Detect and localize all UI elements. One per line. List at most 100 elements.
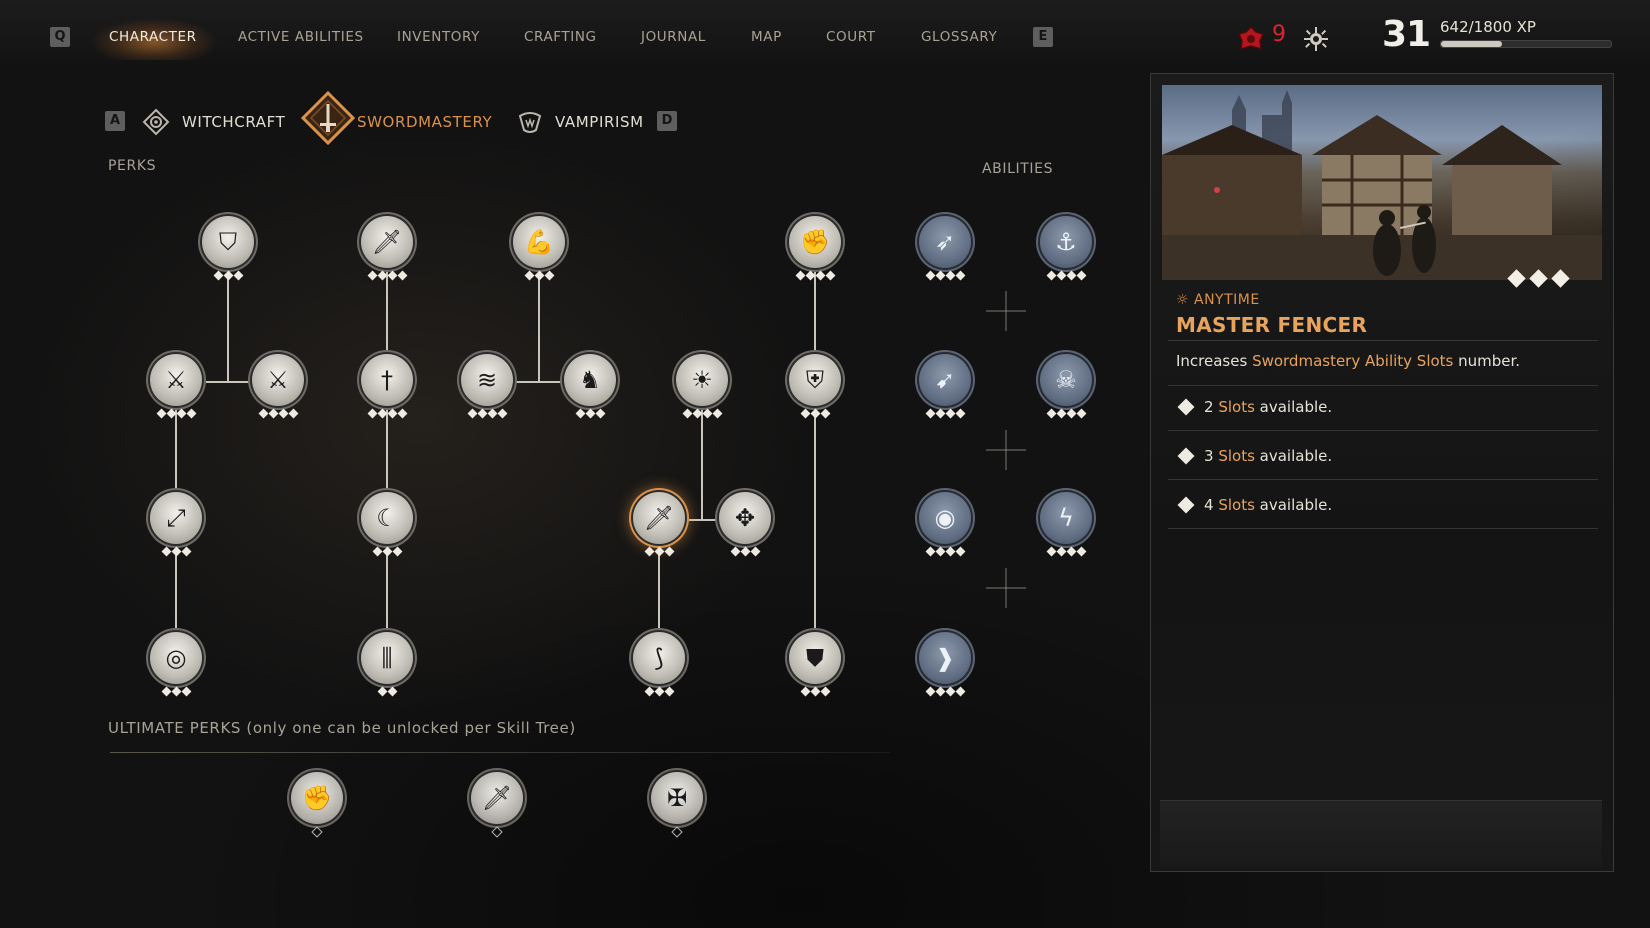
ability-node-a3[interactable]: ➹ bbox=[919, 354, 971, 406]
skull-charge-icon: ☠ bbox=[1055, 366, 1077, 394]
rank-pip bbox=[524, 270, 534, 281]
rank-pips bbox=[775, 686, 855, 697]
rank-pips bbox=[277, 826, 357, 838]
tab-journal[interactable]: JOURNAL bbox=[641, 26, 706, 48]
perk-node-p18[interactable]: ⟆ bbox=[633, 632, 685, 684]
tab-glossary[interactable]: GLOSSARY bbox=[921, 26, 997, 48]
perk-node-p1[interactable]: ⛉ bbox=[202, 216, 254, 268]
rank-pips bbox=[1026, 270, 1106, 281]
perk-node-p6[interactable]: ⚔ bbox=[252, 354, 304, 406]
rank-pips bbox=[905, 686, 985, 697]
perk-node-p14[interactable]: 🗡 bbox=[633, 492, 685, 544]
rank-pip bbox=[487, 408, 497, 419]
ability-node-a2[interactable]: ⚓ bbox=[1040, 216, 1092, 268]
slot-cross-marker bbox=[986, 568, 1026, 608]
ability-node-a7[interactable]: ❱ bbox=[919, 632, 971, 684]
rank-pip bbox=[166, 408, 176, 419]
perk-node-p10[interactable]: ☀ bbox=[676, 354, 728, 406]
rank-pip bbox=[671, 826, 683, 838]
ability-node-a5[interactable]: ◉ bbox=[919, 492, 971, 544]
rank-pips bbox=[136, 546, 216, 557]
perk-node-p8[interactable]: ≋ bbox=[461, 354, 513, 406]
rank-pip bbox=[156, 408, 166, 419]
tab-map[interactable]: MAP bbox=[751, 26, 782, 48]
rank-pip bbox=[258, 408, 268, 419]
broken-blade-icon: ⚔ bbox=[165, 366, 187, 394]
rank-pips bbox=[347, 270, 427, 281]
ultimate-node-u2[interactable]: 🗡 bbox=[471, 772, 523, 824]
prev-tree-key[interactable]: A bbox=[105, 111, 125, 131]
rank-pip bbox=[171, 546, 181, 557]
perk-node-p5[interactable]: ⚔ bbox=[150, 354, 202, 406]
rank-pip bbox=[945, 546, 955, 557]
rank-pip bbox=[740, 546, 750, 557]
perk-node-p7[interactable]: † bbox=[361, 354, 413, 406]
rank-pips bbox=[188, 270, 268, 281]
ability-node-a1[interactable]: ➶ bbox=[919, 216, 971, 268]
tree-tab-witchcraft[interactable]: WITCHCRAFT bbox=[182, 110, 285, 134]
ability-node-a6[interactable]: ϟ bbox=[1040, 492, 1092, 544]
rank-pip bbox=[1066, 546, 1076, 557]
tree-connector bbox=[512, 381, 564, 383]
rank-pip bbox=[367, 270, 377, 281]
flaming-mask-icon: ☀ bbox=[691, 366, 713, 394]
rank-pip bbox=[712, 408, 722, 419]
tree-tab-vampirism[interactable]: VAMPIRISM bbox=[555, 110, 644, 134]
rank-pip bbox=[268, 408, 278, 419]
kick-icon: ❱ bbox=[934, 644, 956, 672]
perk-node-p11[interactable]: ⛨ bbox=[789, 354, 841, 406]
perk-description: Increases Swordmastery Ability Slots num… bbox=[1176, 352, 1520, 370]
rank-pip bbox=[171, 686, 181, 697]
rank-pip bbox=[497, 408, 507, 419]
perk-node-p12[interactable]: ⤢ bbox=[150, 492, 202, 544]
rank-pip bbox=[664, 686, 674, 697]
rank-pip bbox=[925, 408, 935, 419]
perk-node-p9[interactable]: ♞ bbox=[564, 354, 616, 406]
rank-pip bbox=[810, 408, 820, 419]
perk-node-p4[interactable]: ✊ bbox=[789, 216, 841, 268]
rank-pip bbox=[935, 270, 945, 281]
rank-pip bbox=[955, 546, 965, 557]
tree-connector bbox=[814, 272, 816, 352]
ultimate-node-u1[interactable]: ✊ bbox=[291, 772, 343, 824]
rank-pip bbox=[955, 270, 965, 281]
perk-node-p19[interactable]: ⛊ bbox=[789, 632, 841, 684]
sun-gear-icon[interactable] bbox=[1303, 26, 1329, 56]
perk-node-p17[interactable]: ⫼ bbox=[361, 632, 413, 684]
desc-divider bbox=[1168, 385, 1598, 386]
tab-court[interactable]: COURT bbox=[826, 26, 876, 48]
perk-node-p16[interactable]: ◎ bbox=[150, 632, 202, 684]
rank-pip bbox=[1066, 270, 1076, 281]
rank-pips bbox=[619, 686, 699, 697]
rank-pip bbox=[925, 270, 935, 281]
rank-pip bbox=[730, 546, 740, 557]
perk-node-p2[interactable]: 🗡 bbox=[361, 216, 413, 268]
tree-tab-swordmastery[interactable]: SWORDMASTERY bbox=[357, 110, 492, 134]
rank-pip bbox=[825, 270, 835, 281]
tab-inventory[interactable]: INVENTORY bbox=[397, 26, 480, 48]
ability-node-a4[interactable]: ☠ bbox=[1040, 354, 1092, 406]
tab-active-abilities[interactable]: ACTIVE ABILITIES bbox=[238, 26, 364, 48]
rank-pip bbox=[161, 686, 171, 697]
rank-pip bbox=[805, 270, 815, 281]
tree-connector bbox=[227, 272, 229, 382]
xp-text: 642/1800 XP bbox=[1440, 18, 1536, 36]
ultimate-node-u3[interactable]: ✠ bbox=[651, 772, 703, 824]
perk-node-p15[interactable]: ✥ bbox=[719, 492, 771, 544]
town-square-battle-image bbox=[1162, 85, 1602, 280]
rank-pip bbox=[387, 270, 397, 281]
rank-row: 4 Slots available. bbox=[1176, 492, 1332, 518]
rank-pip bbox=[1551, 269, 1570, 288]
next-tree-key[interactable]: D bbox=[657, 111, 677, 131]
tab-character[interactable]: CHARACTER bbox=[109, 26, 197, 48]
prev-tab-key[interactable]: Q bbox=[50, 27, 70, 47]
tree-connector bbox=[386, 548, 388, 628]
serpent-rune-icon: ϟ bbox=[1058, 504, 1074, 532]
rank-diamond-icon bbox=[1177, 496, 1195, 514]
next-tab-key[interactable]: E bbox=[1033, 27, 1053, 47]
rank-pips bbox=[136, 408, 216, 419]
perk-node-p13[interactable]: ☾ bbox=[361, 492, 413, 544]
rank-pips bbox=[637, 826, 717, 838]
perk-node-p3[interactable]: 💪 bbox=[513, 216, 565, 268]
tab-crafting[interactable]: CRAFTING bbox=[524, 26, 597, 48]
